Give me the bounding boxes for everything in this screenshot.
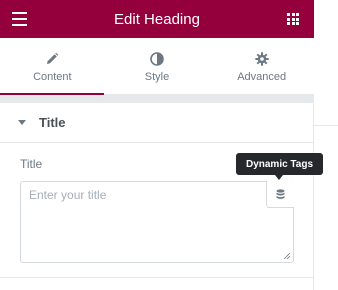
title-field-label: Title [20, 157, 43, 171]
grid-icon[interactable] [287, 13, 299, 25]
resize-grip-icon[interactable] [283, 252, 291, 260]
half-circle-icon [150, 52, 164, 66]
tab-style[interactable]: Style [105, 38, 210, 95]
panel-tabs: Content Style Advanced [0, 38, 314, 96]
tab-advanced[interactable]: Advanced [209, 38, 314, 95]
panel-header: Edit Heading [0, 0, 314, 38]
tab-advanced-label: Advanced [237, 71, 287, 83]
section-title-toggle[interactable]: Title [0, 103, 314, 143]
tooltip-arrow [275, 175, 283, 180]
section-title: Title [39, 115, 66, 130]
section-divider [0, 95, 314, 103]
dynamic-tags-button[interactable] [266, 181, 294, 208]
tab-content[interactable]: Content [0, 38, 105, 96]
dynamic-tags-tooltip: Dynamic Tags [236, 153, 323, 175]
gear-icon [254, 52, 269, 66]
editor-panel: Edit Heading Content Style Advanced Titl… [0, 0, 314, 290]
database-icon [276, 188, 285, 199]
caret-down-icon [18, 120, 26, 125]
tab-style-label: Style [144, 71, 170, 83]
field-divider [0, 277, 314, 278]
preview-edge [314, 0, 338, 290]
panel-title: Edit Heading [114, 10, 200, 28]
tab-content-label: Content [33, 71, 72, 83]
title-input[interactable] [21, 182, 293, 262]
title-field [20, 181, 294, 263]
hamburger-icon[interactable] [12, 12, 27, 26]
pencil-icon [47, 52, 59, 64]
